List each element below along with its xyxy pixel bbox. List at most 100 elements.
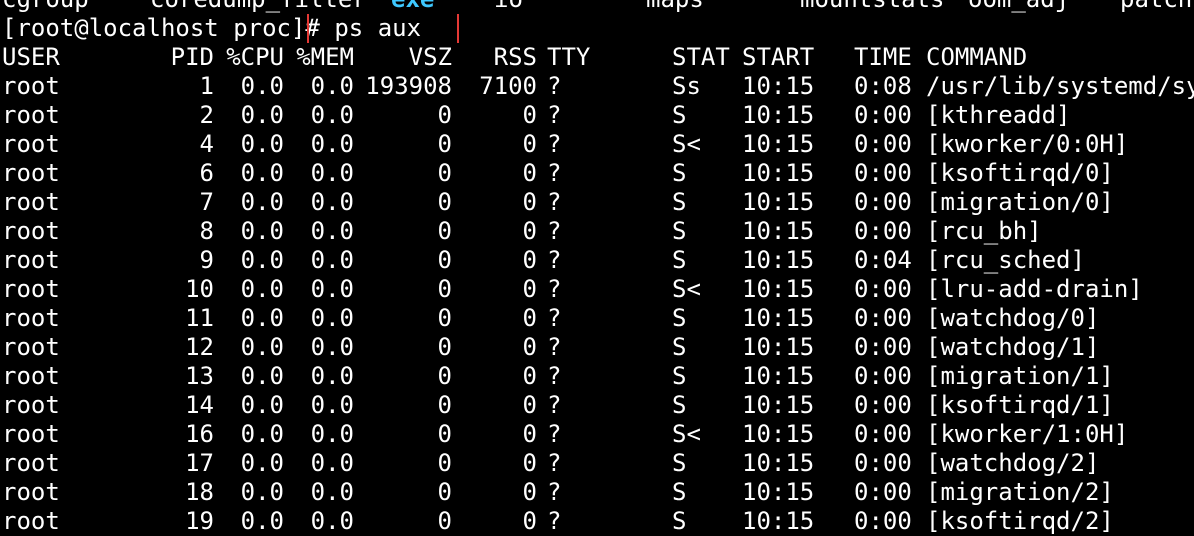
cell-pid: 13 [185,362,214,390]
prev-entry-patch: patch [1120,0,1192,13]
cell-command: [migration/2] [926,478,1114,506]
cell-pid: 19 [185,507,214,535]
prev-entry-mountstats: mountstats [800,0,945,13]
cell-vsz: 0 [437,420,452,448]
cell-time: 0:00 [854,420,912,448]
header-start: START [742,43,815,71]
prev-entry-oom-adj: oom_adj [968,0,1069,13]
cell-stat: S [672,362,687,390]
cell-pid: 10 [185,275,214,303]
cell-start: 10:15 [742,507,815,535]
cell-pid: 9 [199,246,214,274]
cell-pid: 6 [199,159,214,187]
cell-tty: ? [547,130,562,158]
cell-cpu: 0.0 [240,130,284,158]
cell-rss: 0 [522,362,537,390]
cell-command: /usr/lib/systemd/sys [926,72,1194,100]
cell-vsz: 0 [437,217,452,245]
cell-time: 0:00 [854,362,912,390]
cell-start: 10:15 [742,420,815,448]
cell-vsz: 0 [437,130,452,158]
cell-vsz: 0 [437,159,452,187]
cell-user: root [2,478,60,506]
cell-user: root [2,304,60,332]
cell-pid: 12 [185,333,214,361]
cell-time: 0:00 [854,217,912,245]
cell-time: 0:08 [854,72,912,100]
cell-mem: 0.0 [310,72,354,100]
cell-tty: ? [547,507,562,535]
cell-start: 10:15 [742,246,815,274]
table-row: root 8 0.0 0.0 0 0? S 10:15 0:00 [rcu_bh] [2,217,1194,246]
cell-rss: 0 [522,275,537,303]
table-row: root 6 0.0 0.0 0 0? S 10:15 0:00 [ksoftirqd/0] [2,159,1194,188]
cell-cpu: 0.0 [240,362,284,390]
cell-start: 10:15 [742,449,815,477]
prev-entry-maps: maps [646,0,704,13]
cell-command: [watchdog/0] [926,304,1100,332]
cell-cpu: 0.0 [240,333,284,361]
cell-vsz: 0 [437,101,452,129]
header-pid: PID [170,43,214,71]
table-row: root 12 0.0 0.0 0 0? S 10:15 0:00 [watchdog/1] [2,333,1194,362]
prev-entry-exe: exe [391,0,434,13]
cell-tty: ? [547,159,562,187]
cell-user: root [2,449,60,477]
cell-stat: S [672,188,687,216]
cell-mem: 0.0 [310,507,354,535]
cell-time: 0:00 [854,478,912,506]
cell-start: 10:15 [742,188,815,216]
prev-entry-coredump-filter: coredump_filter [150,0,367,13]
cell-tty: ? [547,217,562,245]
cell-command: [watchdog/2] [926,449,1100,477]
table-row: root 9 0.0 0.0 0 0? S 10:15 0:04 [rcu_sched] [2,246,1194,275]
cell-tty: ? [547,72,562,100]
cell-pid: 8 [199,217,214,245]
cell-tty: ? [547,362,562,390]
cell-rss: 0 [522,130,537,158]
cell-command: [watchdog/1] [926,333,1100,361]
cell-user: root [2,246,60,274]
header-user: USER [2,43,60,71]
cell-start: 10:15 [742,101,815,129]
cell-command: [rcu_bh] [926,217,1042,245]
cell-mem: 0.0 [310,159,354,187]
cell-cpu: 0.0 [240,420,284,448]
table-row: root 2 0.0 0.0 0 0? S 10:15 0:00 [kthreadd] [2,101,1194,130]
cell-tty: ? [547,420,562,448]
header-stat: STAT [672,43,730,71]
cell-rss: 0 [522,304,537,332]
cell-time: 0:00 [854,101,912,129]
previous-output-line: cgroup coredump_filter exe io maps mount… [2,0,1194,14]
cell-vsz: 0 [437,362,452,390]
cell-start: 10:15 [742,130,815,158]
cell-stat: S< [672,275,701,303]
cell-vsz: 0 [437,188,452,216]
cell-user: root [2,391,60,419]
cell-start: 10:15 [742,304,815,332]
cell-vsz: 0 [437,304,452,332]
cell-tty: ? [547,391,562,419]
cell-command: [kworker/1:0H] [926,420,1129,448]
cell-user: root [2,362,60,390]
cell-vsz: 0 [437,478,452,506]
table-row: root 10 0.0 0.0 0 0? S< 10:15 0:00 [lru-add-drain… [2,275,1194,304]
table-row: root 19 0.0 0.0 0 0? S 10:15 0:00 [ksoftirqd/2] [2,507,1194,536]
cell-cpu: 0.0 [240,507,284,535]
cell-tty: ? [547,478,562,506]
header-rss: RSS [493,43,537,71]
cell-command: [ksoftirqd/1] [926,391,1114,419]
terminal-window[interactable]: cgroup coredump_filter exe io maps mount… [2,0,1194,536]
cell-stat: S [672,507,687,535]
cell-pid: 16 [185,420,214,448]
cell-pid: 7 [199,188,214,216]
cell-command: [migration/0] [926,188,1114,216]
cell-vsz: 0 [437,391,452,419]
cell-vsz: 0 [437,507,452,535]
cell-command: [ksoftirqd/0] [926,159,1114,187]
cell-time: 0:00 [854,188,912,216]
cell-vsz: 193908 [365,72,452,100]
cell-vsz: 0 [437,275,452,303]
header-vsz: VSZ [408,43,452,71]
cell-mem: 0.0 [310,391,354,419]
